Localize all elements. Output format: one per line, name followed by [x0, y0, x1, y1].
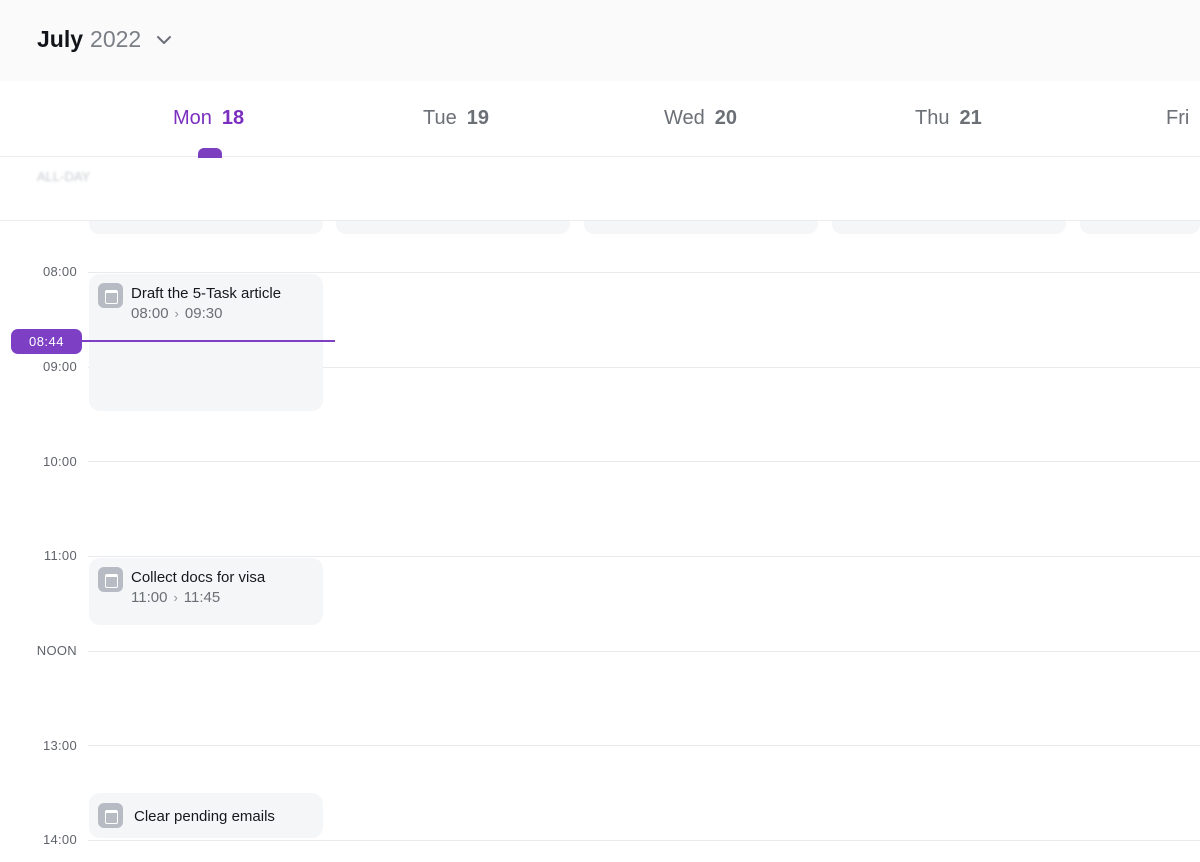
month-picker[interactable]: July 2022: [37, 26, 173, 53]
day-header-fri[interactable]: Fri: [1166, 107, 1189, 130]
event-card[interactable]: Collect docs for visa 11:00 › 11:45: [89, 558, 323, 625]
hour-gridline: [88, 272, 1200, 273]
calendar-icon: [98, 803, 123, 828]
time-label: 09:00: [42, 359, 77, 374]
time-label: NOON: [36, 643, 77, 658]
day-of-week: Fri: [1166, 107, 1190, 129]
event-end: 11:45: [183, 589, 221, 606]
all-day-label: ALL-DAY: [37, 169, 91, 184]
time-label: 13:00: [42, 738, 77, 753]
calendar-icon: [98, 567, 123, 592]
current-time-badge: 08:44: [11, 329, 82, 354]
day-header-mon[interactable]: Mon 18: [173, 107, 244, 130]
calendar-icon: [98, 283, 123, 308]
event-time: 11:00 › 11:45: [131, 589, 220, 606]
event-card[interactable]: Clear pending emails: [89, 793, 323, 838]
all-day-section: ALL-DAY: [0, 157, 1200, 221]
event-title: Collect docs for visa: [131, 569, 266, 586]
all-day-slot-wed[interactable]: [584, 221, 818, 234]
day-header-wed[interactable]: Wed 20: [664, 107, 737, 130]
day-number: 21: [959, 107, 982, 129]
event-card[interactable]: Draft the 5-Task article 08:00 › 09:30: [89, 274, 323, 411]
day-of-week: Thu: [915, 107, 950, 129]
event-end: 09:30: [184, 305, 223, 322]
day-header-row: Mon 18 Tue 19 Wed 20 Thu 21 Fri: [0, 81, 1200, 157]
hour-gridline: [88, 556, 1200, 557]
day-header-tue[interactable]: Tue 19: [423, 107, 489, 130]
chevron-right-icon: ›: [173, 590, 178, 605]
all-day-slot-mon[interactable]: [89, 221, 323, 234]
time-label: 11:00: [43, 548, 77, 563]
event-start: 08:00: [131, 305, 169, 322]
event-title: Draft the 5-Task article: [131, 285, 282, 302]
hour-gridline: [88, 840, 1200, 841]
event-title: Clear pending emails: [134, 808, 275, 825]
all-day-slot-fri[interactable]: [1080, 221, 1200, 234]
time-label: 14:00: [42, 832, 77, 847]
current-time-line: [80, 340, 335, 342]
year-label: 2022: [90, 26, 142, 52]
event-time: 08:00 › 09:30: [131, 305, 222, 322]
day-of-week: Tue: [423, 107, 457, 129]
day-header-thu[interactable]: Thu 21: [915, 107, 982, 130]
all-day-slot-thu[interactable]: [832, 221, 1066, 234]
time-label: 10:00: [42, 454, 77, 469]
day-number: 20: [714, 107, 738, 129]
day-number: 19: [466, 107, 489, 129]
all-day-slot-tue[interactable]: [336, 221, 570, 234]
hour-gridline: [88, 745, 1200, 746]
time-label: 08:00: [42, 264, 77, 279]
calendar-header: July 2022: [0, 0, 1200, 81]
month-label: July: [37, 26, 84, 52]
hour-gridline: [88, 651, 1200, 652]
day-number: 18: [221, 107, 245, 129]
chevron-right-icon: ›: [174, 306, 179, 321]
event-start: 11:00: [131, 589, 168, 606]
chevron-down-icon: [155, 31, 173, 49]
hour-gridline: [88, 461, 1200, 462]
day-of-week: Mon: [173, 107, 212, 129]
day-of-week: Wed: [664, 107, 705, 129]
